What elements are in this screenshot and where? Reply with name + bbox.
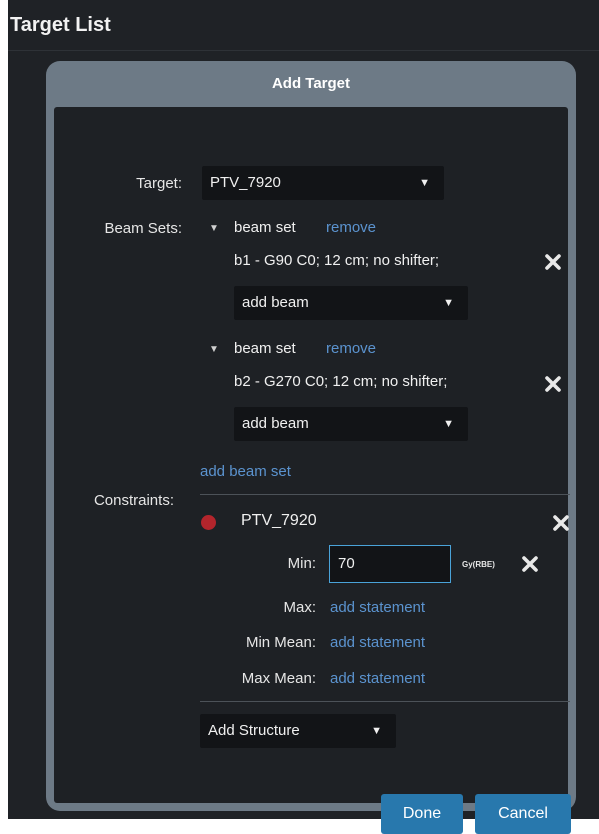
min-mean-label: Min Mean: — [245, 634, 316, 651]
add-target-dialog: Add Target Target: PTV_7920 ▼ Beam Sets:… — [46, 61, 576, 834]
add-structure-select[interactable]: Add Structure ▼ — [200, 714, 396, 748]
min-value-input[interactable]: 70 — [329, 545, 451, 583]
add-beam-set-link[interactable]: add beam set — [200, 463, 291, 480]
triangle-down-icon: ▼ — [443, 297, 454, 309]
panel-header: Target List — [8, 0, 599, 51]
min-value: 70 — [338, 555, 355, 572]
min-label: Min: — [287, 555, 316, 572]
target-list-panel: Target List Add Target Target: PTV_7920 … — [8, 0, 599, 834]
close-icon[interactable] — [544, 375, 562, 393]
remove-beam-set-link[interactable]: remove — [326, 219, 376, 236]
max-mean-add-statement-link[interactable]: add statement — [330, 670, 425, 687]
add-structure-label: Add Structure — [208, 722, 300, 739]
panel-title: Target List — [10, 14, 111, 36]
add-beam-select-label: add beam — [242, 294, 309, 311]
close-icon[interactable] — [552, 514, 570, 532]
constraint-structure-name: PTV_7920 — [241, 512, 317, 529]
beam-item: b1 - G90 C0; 12 cm; no shifter; — [234, 252, 440, 269]
beam-set-name: beam set — [234, 340, 296, 357]
target-label: Target: — [136, 175, 182, 192]
dialog-title: Add Target — [271, 75, 351, 92]
max-mean-label: Max Mean: — [241, 670, 316, 687]
triangle-down-icon[interactable]: ▼ — [209, 344, 219, 355]
remove-beam-set-link[interactable]: remove — [326, 340, 376, 357]
close-icon[interactable] — [544, 253, 562, 271]
constraints-label: Constraints: — [93, 492, 174, 509]
divider — [200, 494, 570, 495]
triangle-down-icon: ▼ — [371, 725, 382, 737]
add-beam-select[interactable]: add beam ▼ — [234, 407, 468, 441]
divider — [200, 701, 570, 702]
target-select-value: PTV_7920 — [210, 174, 281, 191]
done-button[interactable]: Done — [381, 794, 463, 834]
max-label: Max: — [283, 599, 316, 616]
triangle-down-icon: ▼ — [443, 418, 454, 430]
triangle-down-icon[interactable]: ▼ — [209, 223, 219, 234]
max-add-statement-link[interactable]: add statement — [330, 599, 425, 616]
beam-sets-label: Beam Sets: — [104, 220, 182, 237]
add-beam-select-label: add beam — [242, 415, 309, 432]
close-icon[interactable] — [521, 555, 539, 573]
triangle-down-icon: ▼ — [419, 177, 430, 189]
add-beam-select[interactable]: add beam ▼ — [234, 286, 468, 320]
cancel-button[interactable]: Cancel — [475, 794, 571, 834]
min-unit: Gy(RBE) — [462, 560, 495, 569]
dialog-body: Target: PTV_7920 ▼ Beam Sets: ▼ beam set… — [54, 107, 571, 834]
target-select[interactable]: PTV_7920 ▼ — [202, 166, 444, 200]
min-mean-add-statement-link[interactable]: add statement — [330, 634, 425, 651]
structure-color-dot — [201, 515, 216, 530]
beam-item: b2 - G270 C0; 12 cm; no shifter; — [234, 373, 448, 390]
beam-set-name: beam set — [234, 219, 296, 236]
